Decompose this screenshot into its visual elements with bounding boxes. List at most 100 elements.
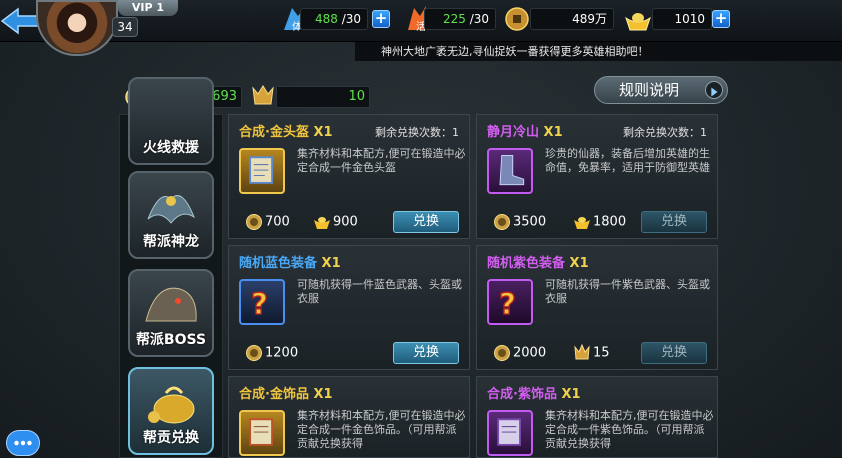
rules-button[interactable]: 规则说明 — [594, 76, 728, 104]
item-qty: X1 — [308, 125, 333, 140]
item-name: 随机紫色装备 — [487, 256, 566, 271]
item-qty: X1 — [539, 125, 563, 140]
stamina-value: 488 — [314, 12, 338, 26]
sidebar-item-guild-boss[interactable]: 帮派BOSS — [128, 269, 214, 357]
item-description: 可随机获得一件蓝色武器、头盔或衣服 — [297, 278, 462, 305]
cost-boss-token: 15 — [573, 344, 610, 363]
item-qty: X1 — [317, 256, 341, 271]
gold-ingot-icon — [314, 217, 330, 229]
boss-beast-icon — [145, 287, 197, 322]
money-bag-icon — [148, 386, 195, 424]
exchange-button[interactable]: 兑换 — [393, 211, 459, 233]
dragon-icon — [147, 195, 196, 224]
chat-bubble-icon — [14, 440, 32, 446]
sidebar-item-rescue[interactable]: 火线救援 — [128, 77, 214, 165]
remaining-count: 剩余兑换次数：1 — [623, 126, 707, 139]
item-name: 随机蓝色装备 — [239, 256, 318, 271]
contribution-coin-icon — [246, 214, 262, 230]
item-name: 静月冷山 — [487, 125, 540, 140]
exchange-card: 静月冷山 X1 剩余兑换次数：1 珍贵的仙器，装备后增加英雄的生命值，免暴率，适… — [476, 114, 718, 239]
item-title: 合成·紫饰品 X1 — [487, 383, 581, 402]
notice-banner: 神州大地广袤无边,寻仙捉妖一番获得更多英雄相助吧！ — [355, 42, 842, 61]
item-title: 合成·金饰品 X1 — [239, 383, 333, 402]
remaining-count: 剩余兑换次数：1 — [375, 126, 459, 139]
item-description: 可随机获得一件紫色武器、头盔或衣服 — [545, 278, 710, 305]
copper-display: 489万 — [530, 8, 614, 30]
stamina-display: 488 /30 — [300, 8, 368, 30]
stamina-max: /30 — [341, 12, 361, 26]
cost-gold: 1800 — [573, 213, 626, 232]
item-title: 随机蓝色装备 X1 — [239, 252, 341, 271]
copper-coin-icon — [505, 7, 529, 31]
sidebar-item-guild-dragon[interactable]: 帮派神龙 — [128, 171, 214, 259]
gold-ingot-icon — [625, 13, 651, 31]
gold-display: 1010 — [652, 8, 712, 30]
gold-ingot-icon — [574, 217, 590, 229]
cost-contribution: 3500 — [493, 213, 546, 232]
boot-icon[interactable] — [487, 148, 533, 194]
item-title: 合成·金头盔 X1 — [239, 121, 333, 140]
rules-label: 规则说明 — [619, 81, 680, 99]
sidebar-item-label: 帮贡兑换 — [143, 430, 199, 446]
boss-token-value: 10 — [276, 86, 370, 108]
sidebar-item-label: 帮派BOSS — [135, 332, 207, 348]
exchange-button[interactable]: 兑换 — [641, 211, 707, 233]
activity-value: 225 — [442, 12, 466, 26]
exchange-card: 合成·金头盔 X1 剩余兑换次数：1 集齐材料和本配方,便可在锻造中必定合成一件… — [228, 114, 470, 239]
cost-contribution: 2000 — [493, 344, 546, 363]
exchange-button[interactable]: 兑换 — [393, 342, 459, 364]
item-name: 合成·紫饰品 — [487, 387, 557, 402]
exchange-card: 随机紫色装备 X1 ? 可随机获得一件紫色武器、头盔或衣服 2000 15 兑换 — [476, 245, 718, 370]
contribution-coin-icon — [494, 345, 510, 361]
item-qty: X1 — [565, 256, 589, 271]
chat-button[interactable] — [6, 430, 40, 456]
activity-max: /30 — [469, 12, 489, 26]
item-description: 集齐材料和本配方,便可在锻造中必定合成一件紫色饰品。（可用帮派贡献兑换获得 — [545, 409, 714, 450]
gold-value: 1010 — [674, 12, 705, 26]
category-sidebar: 火线救援 帮派神龙 帮派BOSS 帮贡兑换 — [119, 77, 223, 458]
sidebar-item-label: 火线救援 — [143, 140, 199, 156]
svg-text:?: ? — [251, 287, 268, 321]
cost-contribution: 1200 — [245, 344, 298, 363]
add-gold-button[interactable]: + — [712, 10, 730, 28]
svg-text:?: ? — [499, 287, 516, 321]
item-title: 静月冷山 X1 — [487, 121, 563, 140]
scroll-gold-icon[interactable] — [239, 410, 285, 456]
cost-value: 900 — [333, 214, 358, 230]
contribution-coin-icon — [494, 214, 510, 230]
exchange-button[interactable]: 兑换 — [641, 342, 707, 364]
cost-value: 15 — [593, 345, 610, 361]
item-description: 集齐材料和本配方,便可在锻造中必定合成一件金色饰品。（可用帮派贡献兑换获得 — [297, 409, 466, 450]
exchange-card: 合成·金饰品 X1 集齐材料和本配方,便可在锻造中必定合成一件金色饰品。（可用帮… — [228, 376, 470, 458]
scroll-purple-icon[interactable] — [487, 410, 533, 456]
copper-value: 489万 — [572, 12, 607, 26]
cost-value: 1200 — [265, 345, 299, 361]
player-avatar[interactable] — [36, 0, 118, 56]
item-name: 合成·金饰品 — [239, 387, 309, 402]
contribution-coin-icon — [246, 345, 262, 361]
item-description: 集齐材料和本配方,便可在锻造中必定合成一件金色头盔 — [297, 147, 466, 174]
cost-value: 1800 — [593, 214, 627, 230]
cost-value: 700 — [265, 214, 290, 230]
item-description: 珍贵的仙器，装备后增加英雄的生命值，免暴率，适用于防御型英雄 — [545, 147, 710, 174]
activity-display: 225 /30 — [424, 8, 496, 30]
scroll-gold-icon[interactable] — [239, 148, 285, 194]
exchange-card: 随机蓝色装备 X1 ? 可随机获得一件蓝色武器、头盔或衣服 1200 兑换 — [228, 245, 470, 370]
top-bar: VIP 1 34 体 488 /30 + 活 225 /30 489万 1010… — [0, 0, 842, 56]
boss-token-icon — [574, 344, 590, 360]
add-stamina-button[interactable]: + — [372, 10, 390, 28]
cost-value: 2000 — [513, 345, 547, 361]
boss-token-icon — [252, 85, 274, 105]
vip-badge[interactable]: VIP 1 — [118, 0, 178, 16]
item-name: 合成·金头盔 — [239, 125, 309, 140]
cost-gold: 900 — [313, 213, 358, 232]
mystery-equipment-icon[interactable]: ? — [487, 279, 533, 325]
item-title: 随机紫色装备 X1 — [487, 252, 589, 271]
player-level: 34 — [112, 17, 138, 37]
item-qty: X1 — [556, 387, 581, 402]
cost-contribution: 700 — [245, 213, 290, 232]
item-qty: X1 — [308, 387, 333, 402]
mystery-equipment-icon[interactable]: ? — [239, 279, 285, 325]
sidebar-item-contribution-exchange[interactable]: 帮贡兑换 — [128, 367, 214, 455]
guild-exchange-screen: VIP 1 34 体 488 /30 + 活 225 /30 489万 1010… — [0, 0, 842, 458]
